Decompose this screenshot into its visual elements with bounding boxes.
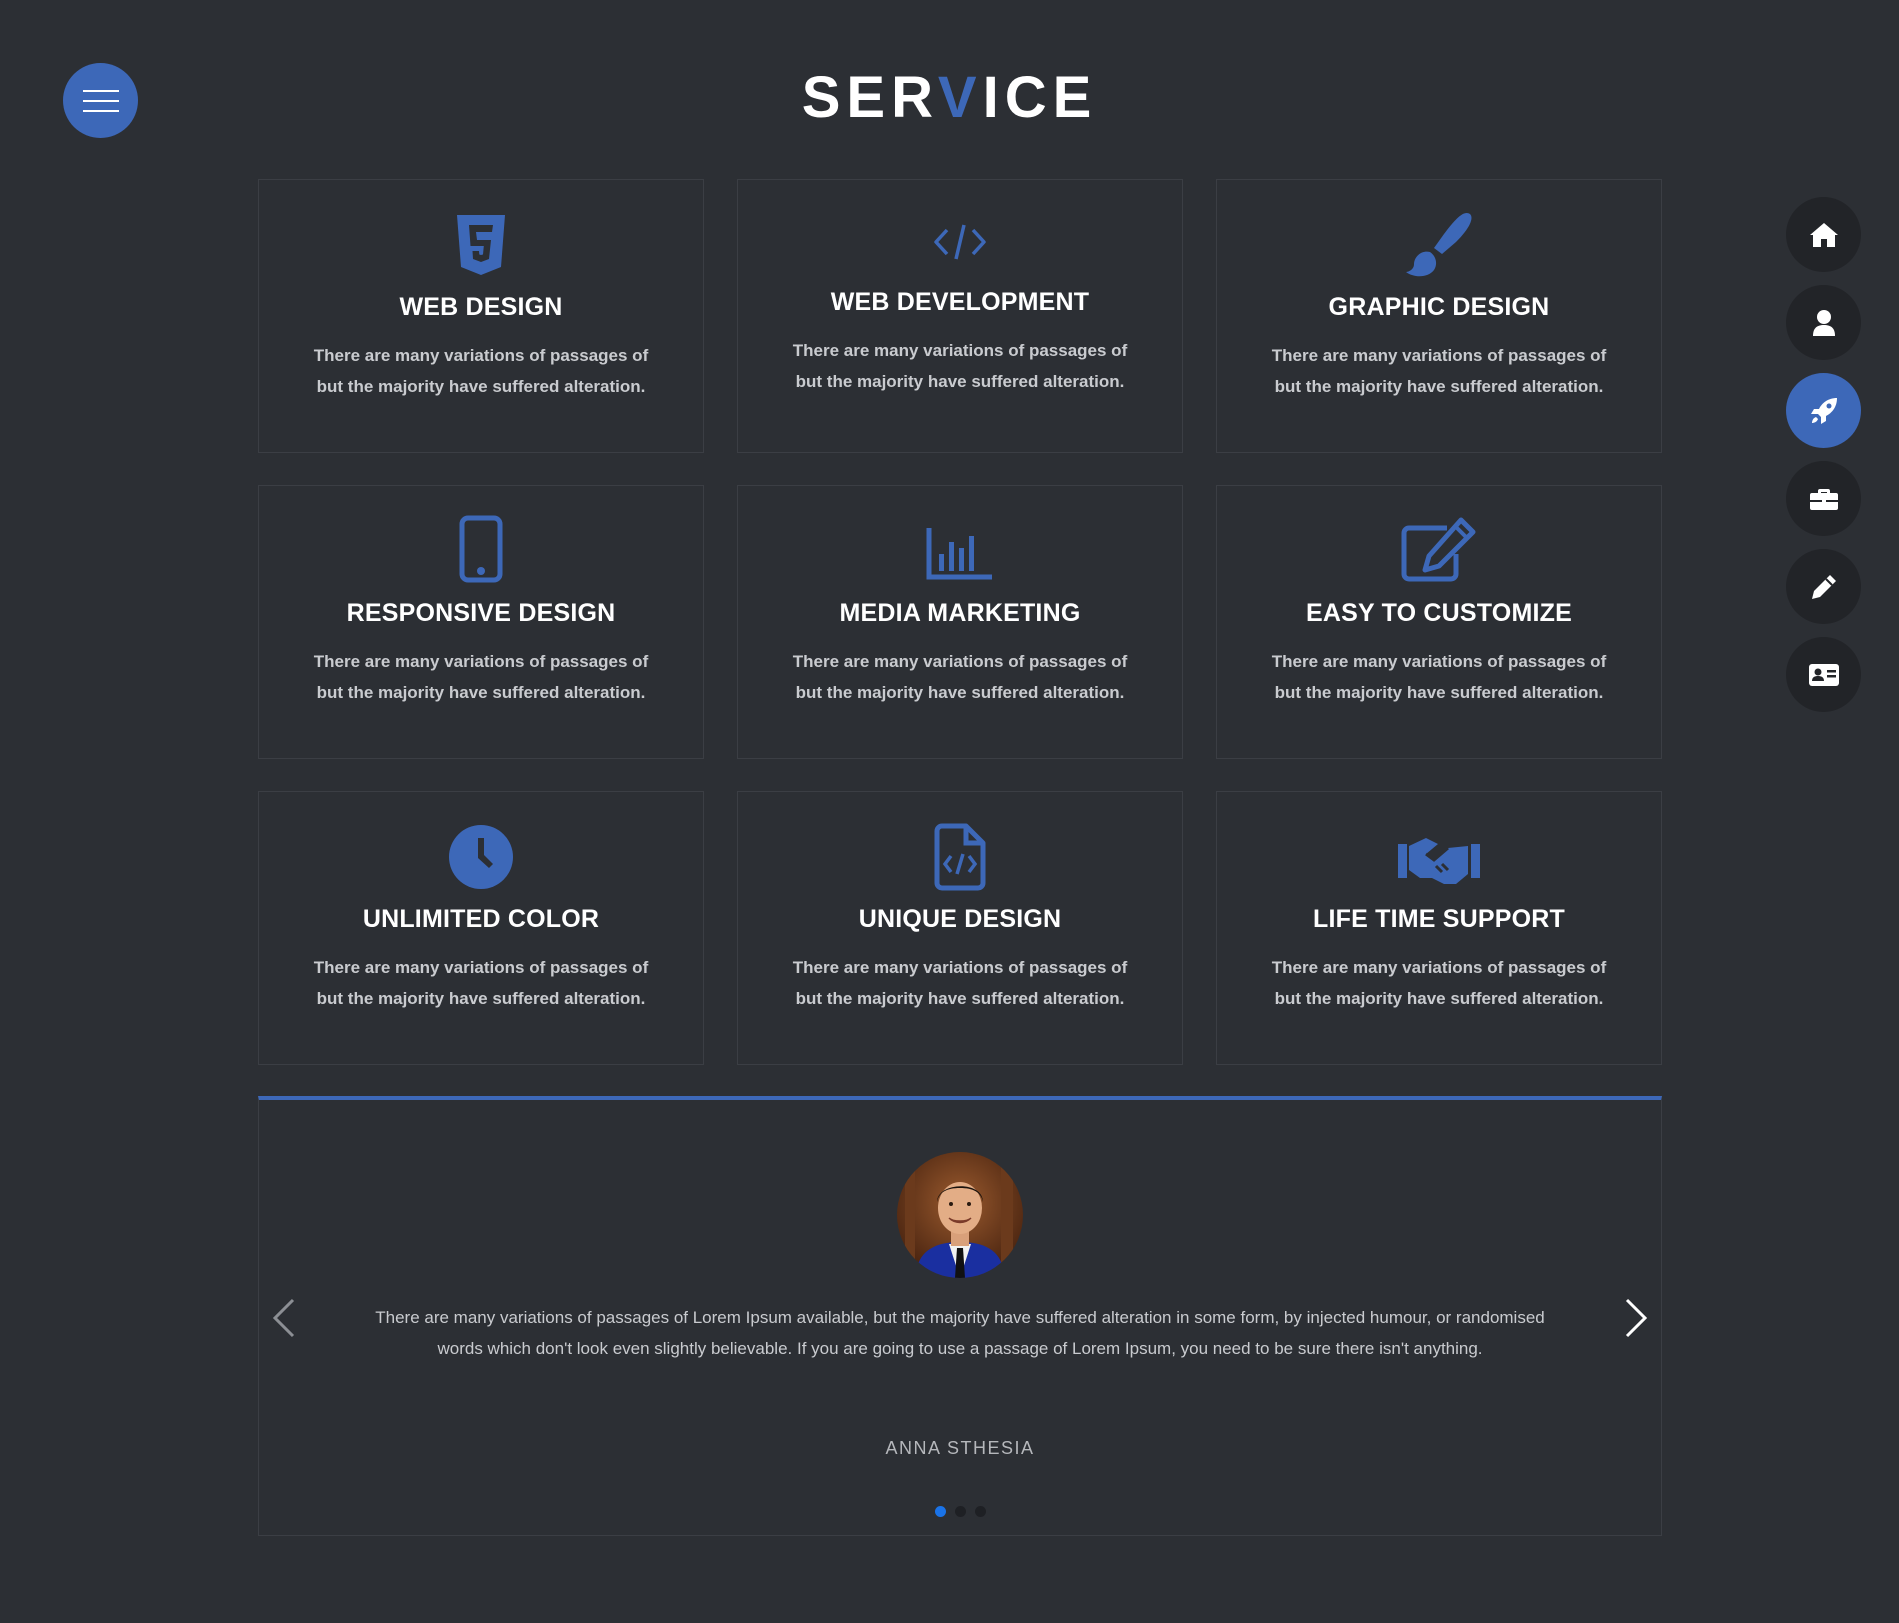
file-code-icon <box>934 823 986 891</box>
user-icon <box>1812 309 1835 336</box>
chevron-left-icon <box>272 1298 295 1338</box>
bar-chart-icon <box>926 528 992 580</box>
service-title: WEB DEVELOPMENT <box>830 288 1090 316</box>
paint-brush-icon <box>1406 212 1472 277</box>
service-description: There are many variations of passages of… <box>313 958 649 1008</box>
nav-services-button[interactable] <box>1786 373 1861 448</box>
chevron-right-icon <box>1625 1298 1648 1338</box>
service-title: RESPONSIVE DESIGN <box>346 599 616 627</box>
prev-arrow-button[interactable] <box>271 1296 297 1345</box>
service-title: LIFE TIME SUPPORT <box>1312 905 1566 933</box>
clock-icon <box>449 825 513 889</box>
service-card-unlimited-color: UNLIMITED COLOR There are many variation… <box>258 791 704 1065</box>
home-icon <box>1809 222 1838 247</box>
service-card-easy-to-customize: EASY TO CUSTOMIZE There are many variati… <box>1216 485 1662 759</box>
service-description: There are many variations of passages of… <box>792 958 1128 1008</box>
slider-dot-1[interactable] <box>934 1506 946 1517</box>
service-title: UNIQUE DESIGN <box>858 905 1062 933</box>
service-card-responsive-design: RESPONSIVE DESIGN There are many variati… <box>258 485 704 759</box>
service-card-unique-design: UNIQUE DESIGN There are many variations … <box>737 791 1183 1065</box>
testimonial-author: ANNA STHESIA <box>885 1438 1035 1458</box>
html5-icon <box>457 215 505 275</box>
slider-dot-2[interactable] <box>954 1506 966 1517</box>
next-arrow-button[interactable] <box>1623 1296 1649 1345</box>
page-title-accent: V <box>937 65 983 130</box>
testimonial-quote: There are many variations of passages of… <box>375 1308 1545 1358</box>
service-description: There are many variations of passages of… <box>313 346 649 396</box>
avatar <box>897 1152 1023 1278</box>
page-title-part1: SER <box>801 65 938 130</box>
slider-dots <box>259 1506 1661 1517</box>
service-description: There are many variations of passages of… <box>792 652 1128 702</box>
edit-icon <box>1401 517 1476 582</box>
nav-home-button[interactable] <box>1786 197 1861 272</box>
services-grid: WEB DESIGN There are many variations of … <box>258 179 1662 1065</box>
code-icon <box>934 224 986 260</box>
service-description: There are many variations of passages of… <box>1271 652 1607 702</box>
service-title: EASY TO CUSTOMIZE <box>1306 599 1572 627</box>
service-title: GRAPHIC DESIGN <box>1328 293 1550 321</box>
service-title: WEB DESIGN <box>399 293 563 321</box>
service-description: There are many variations of passages of… <box>1271 958 1607 1008</box>
service-title: MEDIA MARKETING <box>839 599 1081 627</box>
service-description: There are many variations of passages of… <box>313 652 649 702</box>
testimonial-slider: There are many variations of passages of… <box>258 1096 1662 1536</box>
service-card-web-development: WEB DEVELOPMENT There are many variation… <box>737 179 1183 453</box>
nav-about-button[interactable] <box>1786 285 1861 360</box>
pencil-icon <box>1811 574 1836 599</box>
service-title: UNLIMITED COLOR <box>362 905 600 933</box>
page-title-part2: ICE <box>982 65 1098 130</box>
slider-dot-3[interactable] <box>974 1506 986 1517</box>
mobile-icon <box>459 515 503 583</box>
side-navigation <box>1786 197 1861 725</box>
nav-portfolio-button[interactable] <box>1786 461 1861 536</box>
service-card-web-design: WEB DESIGN There are many variations of … <box>258 179 704 453</box>
service-card-life-time-support: LIFE TIME SUPPORT There are many variati… <box>1216 791 1662 1065</box>
handshake-icon <box>1398 838 1480 884</box>
service-description: There are many variations of passages of… <box>1271 346 1607 396</box>
contact-card-icon <box>1808 663 1839 686</box>
service-description: There are many variations of passages of… <box>792 341 1128 391</box>
briefcase-icon <box>1809 488 1838 510</box>
nav-blog-button[interactable] <box>1786 549 1861 624</box>
rocket-icon <box>1810 397 1837 424</box>
service-card-graphic-design: GRAPHIC DESIGN There are many variations… <box>1216 179 1662 453</box>
service-card-media-marketing: MEDIA MARKETING There are many variation… <box>737 485 1183 759</box>
page-title: SERVICE <box>0 62 1899 134</box>
nav-contact-button[interactable] <box>1786 637 1861 712</box>
